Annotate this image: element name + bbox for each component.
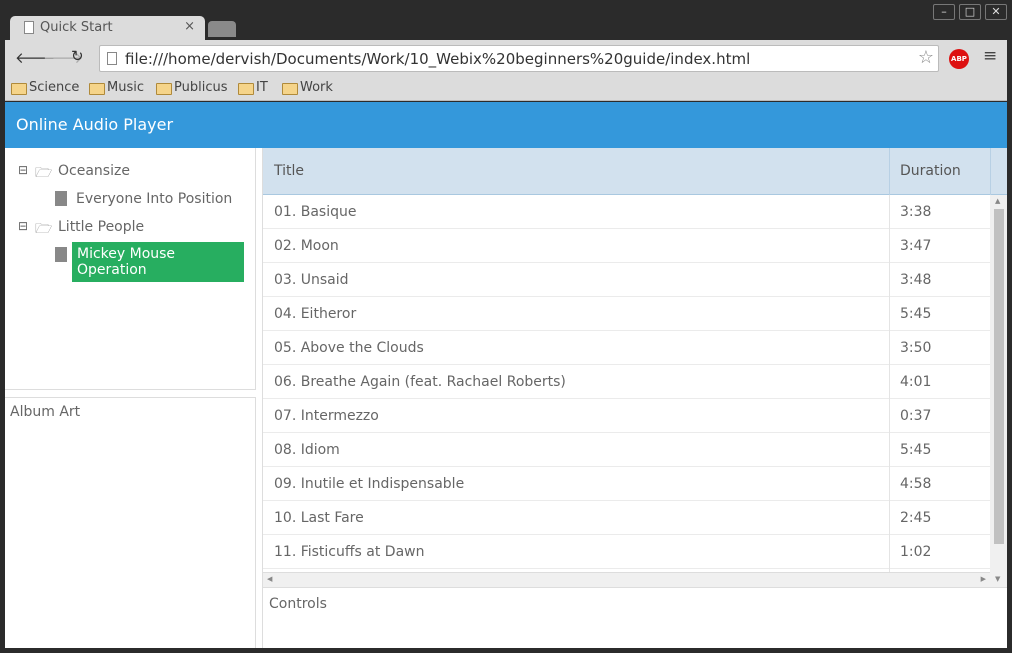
track-duration: 5:45 — [900, 442, 932, 458]
folder-open-icon: 🗁 — [35, 165, 53, 181]
vertical-scrollbar[interactable]: ▲ ▼ — [990, 195, 1007, 587]
track-title: 03. Unsaid — [274, 272, 349, 288]
track-duration: 0:37 — [900, 408, 932, 424]
track-title: 09. Inutile et Indispensable — [274, 476, 465, 492]
track-title: 02. Moon — [274, 238, 339, 254]
tree-item-everyone-into-position[interactable]: Everyone Into Position — [76, 191, 232, 207]
track-duration: 4:58 — [900, 476, 932, 492]
track-row[interactable]: 07. Intermezzo 0:37 — [263, 399, 990, 433]
tree-item-mickey-mouse-operation[interactable]: Mickey Mouse Operation — [72, 242, 244, 282]
column-header-title[interactable]: Title — [274, 163, 304, 179]
maximize-button[interactable]: □ — [959, 4, 981, 20]
tree-folder-oceansize[interactable]: Oceansize — [58, 163, 130, 179]
track-title: 01. Basique — [274, 204, 357, 220]
horizontal-scrollbar[interactable]: ◀ ▶ — [263, 572, 990, 587]
horizontal-resizer[interactable] — [5, 389, 256, 398]
track-duration: 5:45 — [900, 306, 932, 322]
address-bar[interactable]: file:///home/dervish/Documents/Work/10_W… — [99, 45, 939, 72]
track-title: 11. Fisticuffs at Dawn — [274, 544, 425, 560]
file-icon — [55, 191, 67, 206]
minimize-button[interactable]: – — [933, 4, 955, 20]
album-tree-panel: ⊟ 🗁 Oceansize Everyone Into Position ⊟ 🗁… — [5, 148, 256, 648]
track-title: 07. Intermezzo — [274, 408, 379, 424]
star-icon[interactable]: ☆ — [918, 47, 934, 68]
scroll-right-icon[interactable]: ▶ — [981, 575, 986, 583]
scroll-down-icon[interactable]: ▼ — [995, 575, 1000, 583]
tree-folder-little-people[interactable]: Little People — [58, 219, 144, 235]
track-title: 05. Above the Clouds — [274, 340, 424, 356]
bookmark-work[interactable]: Work — [282, 80, 333, 95]
close-tab-icon[interactable]: × — [184, 19, 195, 34]
bookmark-it[interactable]: IT — [238, 80, 268, 95]
new-tab-button[interactable] — [208, 21, 236, 37]
app-header: Online Audio Player — [5, 102, 1007, 148]
controls-panel: Controls — [263, 587, 1007, 648]
page-icon — [24, 21, 34, 34]
track-title: 06. Breathe Again (feat. Rachael Roberts… — [274, 374, 566, 390]
adblock-icon[interactable]: ABP — [949, 49, 969, 69]
track-duration: 3:48 — [900, 272, 932, 288]
controls-label: Controls — [269, 596, 327, 612]
bookmarks-bar: Science Music Publicus IT Work — [5, 76, 1007, 101]
folder-open-icon: 🗁 — [35, 221, 53, 237]
track-row[interactable]: 10. Last Fare 2:45 — [263, 501, 990, 535]
album-art-label: Album Art — [10, 404, 81, 420]
vertical-resizer[interactable] — [256, 148, 263, 648]
track-duration: 3:47 — [900, 238, 932, 254]
collapse-icon[interactable]: ⊟ — [18, 219, 28, 233]
track-row[interactable]: 08. Idiom 5:45 — [263, 433, 990, 467]
track-duration: 2:45 — [900, 510, 932, 526]
collapse-icon[interactable]: ⊟ — [18, 163, 28, 177]
track-row[interactable]: 11. Fisticuffs at Dawn 1:02 — [263, 535, 990, 569]
bookmark-science[interactable]: Science — [11, 80, 79, 95]
bookmark-music[interactable]: Music — [89, 80, 144, 95]
track-row[interactable]: 01. Basique 3:38 — [263, 195, 990, 229]
reload-icon[interactable]: ↻ — [71, 47, 84, 65]
track-duration: 1:02 — [900, 544, 932, 560]
track-title: 08. Idiom — [274, 442, 340, 458]
tab-title: Quick Start — [40, 20, 113, 35]
bookmark-publicus[interactable]: Publicus — [156, 80, 228, 95]
track-row[interactable]: 05. Above the Clouds 3:50 — [263, 331, 990, 365]
track-duration: 3:38 — [900, 204, 932, 220]
track-row[interactable]: 06. Breathe Again (feat. Rachael Roberts… — [263, 365, 990, 399]
track-row[interactable]: 04. Eitheror 5:45 — [263, 297, 990, 331]
url-text: file:///home/dervish/Documents/Work/10_W… — [125, 50, 751, 68]
page-icon — [107, 52, 117, 65]
grid-header: Title Duration — [263, 148, 1007, 195]
track-row[interactable]: 03. Unsaid 3:48 — [263, 263, 990, 297]
file-icon — [55, 247, 67, 262]
browser-tab[interactable]: Quick Start × — [10, 16, 205, 41]
scroll-up-icon[interactable]: ▲ — [995, 197, 1000, 205]
track-duration: 4:01 — [900, 374, 932, 390]
close-window-button[interactable]: ✕ — [985, 4, 1007, 20]
menu-icon[interactable]: ≡ — [983, 46, 997, 66]
track-title: 10. Last Fare — [274, 510, 364, 526]
track-duration: 3:50 — [900, 340, 932, 356]
track-row[interactable]: 09. Inutile et Indispensable 4:58 — [263, 467, 990, 501]
track-title: 04. Eitheror — [274, 306, 357, 322]
scroll-left-icon[interactable]: ◀ — [267, 575, 272, 583]
column-header-duration[interactable]: Duration — [900, 163, 961, 179]
scrollbar-thumb[interactable] — [994, 209, 1004, 544]
track-row[interactable]: 02. Moon 3:47 — [263, 229, 990, 263]
track-grid: Title Duration 01. Basique 3:38 02. Moon 3:… — [263, 148, 1007, 587]
